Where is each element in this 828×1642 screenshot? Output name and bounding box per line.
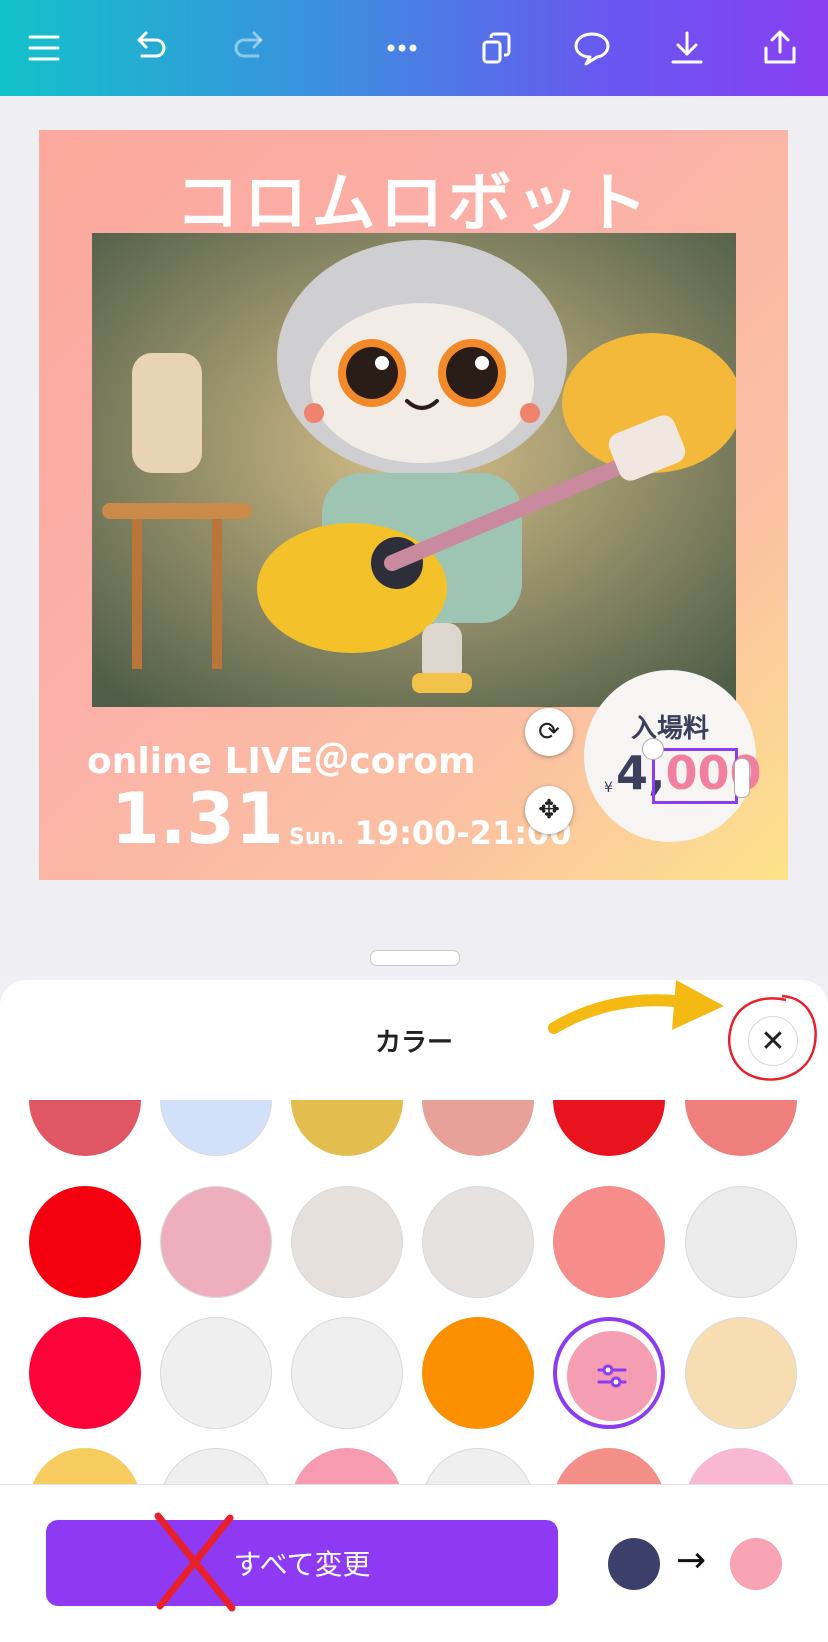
poster-title[interactable]: コロムロボット xyxy=(39,152,788,244)
duplicate-pages-icon[interactable] xyxy=(467,18,527,78)
color-swatch[interactable] xyxy=(553,1448,665,1484)
rotate-icon[interactable]: ⟳ xyxy=(525,708,573,756)
more-horizontal-icon[interactable] xyxy=(372,18,432,78)
redo-icon[interactable] xyxy=(220,18,280,78)
color-swatch[interactable] xyxy=(29,1448,141,1484)
color-swatch-grid xyxy=(0,1100,828,1484)
color-swatch[interactable] xyxy=(160,1448,272,1484)
selection-handle-top[interactable] xyxy=(642,738,664,760)
color-swatch[interactable] xyxy=(29,1100,141,1156)
custom-color-swatch-selected[interactable] xyxy=(553,1317,665,1429)
event-day: Sun. xyxy=(289,825,345,850)
color-swatch[interactable] xyxy=(685,1100,797,1156)
annotation-cross-icon xyxy=(154,1512,236,1612)
to-color-dot xyxy=(730,1538,782,1590)
selection-box[interactable] xyxy=(652,748,738,804)
hamburger-menu-icon[interactable] xyxy=(14,18,74,78)
sliders-icon xyxy=(564,1328,660,1424)
from-color-dot xyxy=(608,1538,660,1590)
top-toolbar xyxy=(0,0,828,96)
color-swatch[interactable] xyxy=(160,1317,272,1429)
color-swatch[interactable] xyxy=(422,1317,534,1429)
color-swatch[interactable] xyxy=(685,1317,797,1429)
event-live-text[interactable]: online LIVE＠corom xyxy=(87,732,475,784)
color-swatch[interactable] xyxy=(160,1186,272,1298)
color-swatch[interactable] xyxy=(685,1448,797,1484)
color-swatch[interactable] xyxy=(291,1100,403,1156)
color-swatch[interactable] xyxy=(553,1100,665,1156)
comment-icon[interactable] xyxy=(562,18,622,78)
close-icon[interactable]: ✕ xyxy=(748,1016,798,1066)
currency-symbol: ¥ xyxy=(604,780,613,796)
color-swatch[interactable] xyxy=(160,1100,272,1156)
color-swatch[interactable] xyxy=(685,1186,797,1298)
sheet-drag-handle[interactable] xyxy=(370,950,460,966)
color-swatch[interactable] xyxy=(291,1448,403,1484)
undo-icon[interactable] xyxy=(120,18,180,78)
share-icon[interactable] xyxy=(750,18,810,78)
price-label: 入場料 xyxy=(630,714,709,744)
color-swatch[interactable] xyxy=(422,1448,534,1484)
color-swatch[interactable] xyxy=(29,1317,141,1429)
download-icon[interactable] xyxy=(657,18,717,78)
color-swatch[interactable] xyxy=(553,1186,665,1298)
poster-design[interactable]: コロムロボット online LIVE＠corom 1.31 Sun. 19:0… xyxy=(39,130,788,880)
color-swatch[interactable] xyxy=(29,1186,141,1298)
arrow-right-icon: → xyxy=(676,1540,707,1581)
annotation-arrow-icon xyxy=(548,980,724,1034)
change-all-button[interactable]: すべて変更 xyxy=(46,1520,558,1606)
selection-handle-right[interactable] xyxy=(734,758,750,798)
color-swatch[interactable] xyxy=(422,1186,534,1298)
color-swatch[interactable] xyxy=(291,1317,403,1429)
robot-guitar-image[interactable] xyxy=(92,233,736,707)
color-swatch[interactable] xyxy=(422,1100,534,1156)
event-date[interactable]: 1.31 xyxy=(111,778,284,860)
move-icon[interactable]: ✥ xyxy=(525,786,573,834)
sheet-divider xyxy=(0,1484,828,1485)
color-swatch[interactable] xyxy=(291,1186,403,1298)
price-badge[interactable]: 入場料 ¥ 4,000 xyxy=(584,670,762,842)
